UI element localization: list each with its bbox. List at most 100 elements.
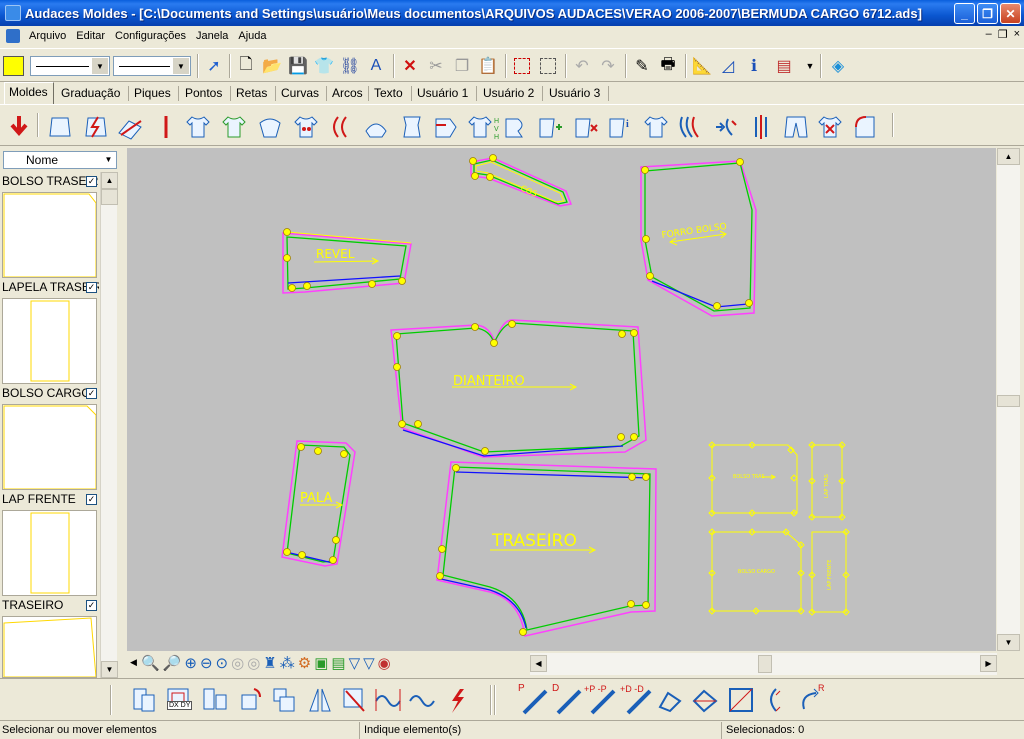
- piece-visible-checkbox[interactable]: ✓: [86, 494, 97, 505]
- mirror-piece-icon[interactable]: [200, 685, 228, 715]
- piece-fold-icon[interactable]: [116, 113, 144, 141]
- piece-revel[interactable]: REVEL: [282, 228, 412, 294]
- curve-icon[interactable]: [398, 113, 426, 141]
- paste-icon[interactable]: 📋: [477, 55, 499, 77]
- sort-select[interactable]: Nome ▼: [3, 151, 117, 169]
- close-button[interactable]: ✕: [1000, 3, 1021, 24]
- print-icon[interactable]: 🖶: [657, 55, 679, 77]
- piece-bolso-cargo[interactable]: BOLSO CARGO: [711, 531, 802, 612]
- dart-icon[interactable]: [362, 113, 390, 141]
- measure-icon[interactable]: 📐: [691, 55, 713, 77]
- tab-pontos[interactable]: Pontos: [181, 84, 226, 103]
- piece-sew-icon[interactable]: [642, 113, 670, 141]
- list-item[interactable]: TRASEIRO ✓: [0, 598, 99, 678]
- line-style-select[interactable]: ▼: [30, 56, 110, 76]
- collar-icon[interactable]: [292, 113, 320, 141]
- edit-piece-icon[interactable]: ✎: [631, 55, 653, 77]
- piece-visible-checkbox[interactable]: ✓: [86, 388, 97, 399]
- swap-tool-icon[interactable]: [762, 685, 792, 715]
- mdi-minimize-button[interactable]: –: [986, 28, 992, 41]
- zoom-next-icon[interactable]: ◎: [247, 654, 260, 672]
- menu-editar[interactable]: Editar: [71, 30, 110, 42]
- list-item[interactable]: LAPELA TRASEIRA✓: [0, 280, 99, 384]
- font-size-icon[interactable]: A: [365, 55, 387, 77]
- canvas-vertical-scrollbar[interactable]: ▲ ▼: [997, 148, 1020, 651]
- piece-delete-icon[interactable]: [816, 113, 844, 141]
- brush-icon[interactable]: ♜: [263, 654, 276, 672]
- piece-list-scrollbar[interactable]: ▲ ▼: [100, 172, 118, 678]
- tab-piques[interactable]: Piques: [130, 84, 175, 103]
- tab-moldes[interactable]: Moldes: [4, 82, 54, 104]
- undo-icon[interactable]: ↶: [571, 55, 593, 77]
- copy-icon[interactable]: ❐: [451, 55, 473, 77]
- piece-bolso-tras[interactable]: BOLSO TRAS: [711, 444, 798, 514]
- save-icon[interactable]: 💾: [287, 55, 309, 77]
- new-piece-icon[interactable]: 👕: [313, 55, 335, 77]
- cut-icon[interactable]: ✂: [425, 55, 447, 77]
- piece-join-icon[interactable]: [502, 113, 530, 141]
- report-icon[interactable]: ▤: [773, 55, 795, 77]
- color-picker[interactable]: [3, 56, 24, 76]
- shirt-sleeve-icon[interactable]: [256, 113, 284, 141]
- scroll-thumb[interactable]: [101, 189, 118, 205]
- scroll-thumb[interactable]: [758, 655, 772, 673]
- zoom-minus-icon[interactable]: ⊖: [200, 654, 213, 672]
- piece-visible-checkbox[interactable]: ✓: [86, 282, 97, 293]
- scroll-up-icon[interactable]: ▲: [101, 172, 118, 189]
- import-arrow-icon[interactable]: [5, 113, 33, 141]
- add-distance-tool[interactable]: +D -D: [620, 683, 654, 717]
- select-rect-icon[interactable]: [511, 55, 533, 77]
- shirt-front-icon[interactable]: [184, 113, 212, 141]
- list-item[interactable]: LAP FRENTE ✓: [0, 492, 99, 596]
- piece-remove-icon[interactable]: [572, 113, 600, 141]
- add-point-tool[interactable]: +P -P: [584, 683, 618, 717]
- piece-dianteiro[interactable]: DIANTEIRO: [390, 319, 647, 458]
- zoom-prev-icon[interactable]: ◎: [231, 654, 244, 672]
- drawing-canvas[interactable]: .lbl { font-family: "DejaVu Sans", sans-…: [127, 148, 996, 651]
- piece-corner-icon[interactable]: [852, 113, 880, 141]
- ruler-icon[interactable]: ◿: [717, 55, 739, 77]
- curve-tool-icon[interactable]: [656, 685, 686, 715]
- wave-line-icon[interactable]: [374, 685, 402, 715]
- tab-usuario-2[interactable]: Usuário 2: [479, 84, 538, 103]
- piece-cut-icon[interactable]: [82, 113, 110, 141]
- mdi-restore-button[interactable]: ❐: [998, 28, 1008, 41]
- grid-icon[interactable]: ⁂: [280, 654, 295, 672]
- scroll-down-icon[interactable]: ▼: [101, 661, 118, 678]
- menu-janela[interactable]: Janela: [191, 30, 233, 42]
- rotate-icon[interactable]: [236, 685, 264, 715]
- open-file-icon[interactable]: 📂: [261, 55, 283, 77]
- rotate-piece-icon[interactable]: [130, 685, 158, 715]
- piece-cos[interactable]: COS: [469, 154, 573, 207]
- piece-info-icon[interactable]: i: [606, 113, 634, 141]
- document-icon[interactable]: [6, 29, 20, 43]
- piece-mirror-icon[interactable]: [328, 113, 356, 141]
- tab-curvas[interactable]: Curvas: [277, 84, 323, 103]
- scroll-right-icon[interactable]: ▶: [980, 655, 997, 672]
- piece-new-icon[interactable]: [46, 113, 74, 141]
- redo-icon[interactable]: ↷: [597, 55, 619, 77]
- tab-retas[interactable]: Retas: [232, 84, 271, 103]
- export-icon[interactable]: ◈: [827, 55, 849, 77]
- straight-line-icon[interactable]: [152, 113, 180, 141]
- pants-icon[interactable]: [782, 113, 810, 141]
- point-tool[interactable]: P: [516, 683, 550, 717]
- select-pointer-rect-icon[interactable]: [537, 55, 559, 77]
- tab-usuario-3[interactable]: Usuário 3: [545, 84, 604, 103]
- piece-lap-frente[interactable]: LAP FRENTE: [811, 531, 847, 613]
- list-item[interactable]: BOLSO CARGO ✓: [0, 386, 99, 490]
- piece-green-icon[interactable]: ▣: [314, 654, 328, 672]
- seam-allowance-icon[interactable]: [676, 113, 704, 141]
- piece-visible-checkbox[interactable]: ✓: [86, 600, 97, 611]
- zoom-fit-icon[interactable]: ⊙: [216, 654, 229, 672]
- arrow-tool-icon[interactable]: [690, 685, 720, 715]
- dx-dy-icon[interactable]: DX DY: [164, 687, 194, 713]
- menu-ajuda[interactable]: Ajuda: [233, 30, 271, 42]
- piece-visible-checkbox[interactable]: ✓: [86, 176, 97, 187]
- shirt-back-icon[interactable]: [220, 113, 248, 141]
- scroll-thumb[interactable]: [997, 395, 1020, 407]
- distance-tool[interactable]: D: [550, 683, 584, 717]
- angle-tool-icon[interactable]: [726, 685, 756, 715]
- scroll-down-icon[interactable]: ▼: [997, 634, 1020, 651]
- mdi-close-button[interactable]: ×: [1014, 28, 1020, 41]
